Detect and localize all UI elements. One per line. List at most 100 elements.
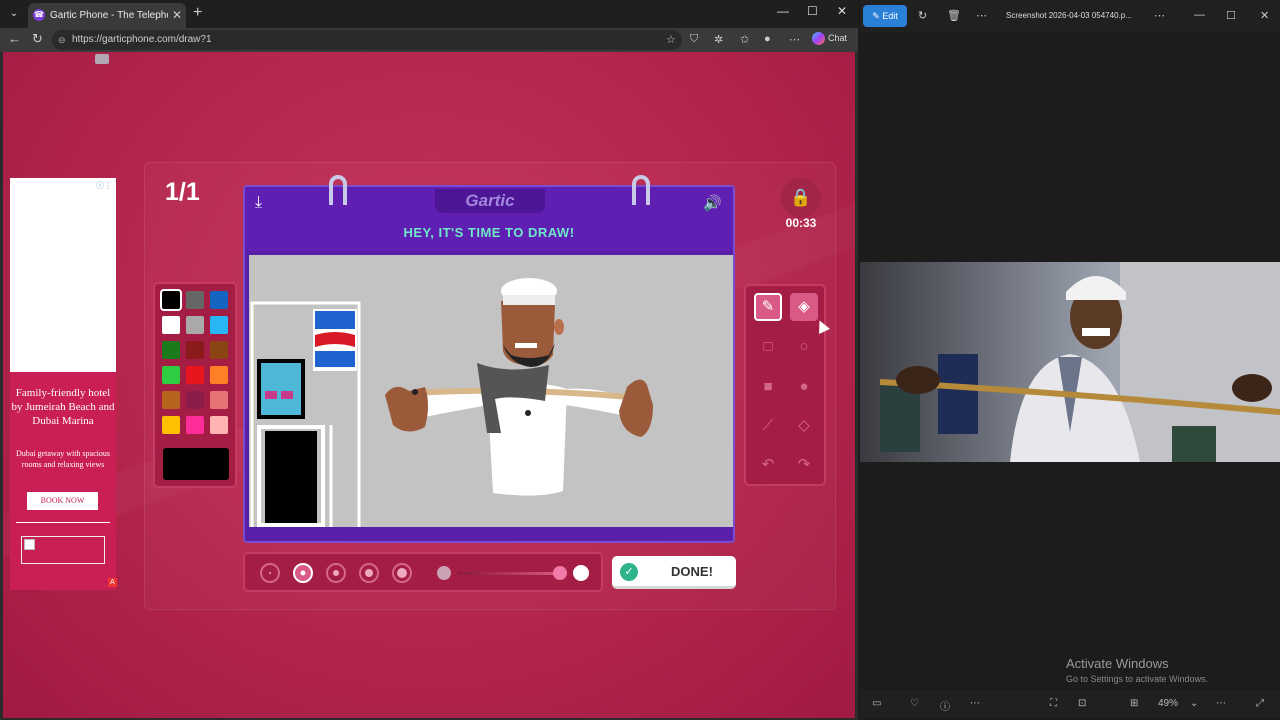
browser-window: ⌄ ☎ Gartic Phone - The Telephone Gar ✕ +… (0, 0, 858, 720)
color-swatch[interactable] (210, 341, 228, 359)
extensions-icon[interactable]: ✲ (714, 33, 723, 46)
site-info-icon[interactable]: ⊖ (58, 30, 66, 50)
sound-icon[interactable]: 🔊 (703, 194, 722, 212)
crop-icon[interactable]: ⛶ (1050, 698, 1057, 709)
tiny-icon (95, 54, 109, 64)
opacity-min-icon (437, 566, 451, 580)
brush-size-4[interactable] (359, 563, 379, 583)
bottom-more-icon[interactable]: ⋯ (970, 698, 980, 709)
board-title: HEY, IT'S TIME TO DRAW! (403, 225, 575, 240)
color-swatch[interactable] (186, 416, 204, 434)
viewer-minimize-icon[interactable]: — (1194, 9, 1205, 21)
download-icon[interactable]: ⤓ (255, 194, 262, 212)
tab-title: Gartic Phone - The Telephone Gar (50, 10, 168, 21)
brush-size-5[interactable] (392, 563, 412, 583)
color-swatch[interactable] (186, 341, 204, 359)
circle-outline-tool-icon[interactable]: ○ (790, 333, 818, 361)
color-swatch[interactable] (186, 291, 204, 309)
rotate-icon[interactable]: ↻ (918, 9, 927, 22)
actual-size-icon[interactable]: ⊞ (1130, 698, 1138, 709)
more-options-icon[interactable]: ⋯ (976, 9, 987, 22)
board-ring (329, 175, 347, 205)
adchoices-icon[interactable]: A (108, 578, 117, 587)
color-swatch[interactable] (162, 366, 180, 384)
timer: 00:33 (785, 216, 817, 230)
filmstrip-icon[interactable]: ▭ (872, 698, 881, 709)
shield-icon[interactable]: ⛉ (690, 33, 698, 46)
redo-icon[interactable]: ↷ (790, 451, 818, 479)
fill-bucket-tool-icon[interactable]: ◇ (790, 412, 818, 440)
edit-label: Edit (882, 11, 898, 21)
opacity-slider[interactable] (457, 572, 561, 575)
viewer-close-icon[interactable]: ✕ (1260, 9, 1269, 22)
viewer-toolbar: ✎ Edit ↻ 🗑 ⋯ Screenshot 2026-04-03 05474… (860, 0, 1280, 32)
rectangle-outline-tool-icon[interactable]: □ (754, 333, 782, 361)
brush-size-2[interactable] (293, 563, 313, 583)
drawing-canvas[interactable] (249, 255, 733, 527)
ad-info-icon[interactable]: ⓘ⋮ (96, 180, 112, 191)
edit-button[interactable]: ✎ Edit (863, 5, 907, 27)
favorites-icon[interactable]: ✩ (740, 33, 749, 46)
visual-search-icon[interactable]: ⊡ (1078, 698, 1086, 709)
brush-size-1[interactable] (260, 563, 280, 583)
viewer-maximize-icon[interactable]: ☐ (1226, 9, 1236, 22)
line-tool-icon[interactable]: ⟋ (754, 412, 782, 440)
person-figure (879, 276, 1280, 462)
color-swatch[interactable] (210, 366, 228, 384)
brush-size-3[interactable] (326, 563, 346, 583)
color-swatch[interactable] (186, 366, 204, 384)
color-swatch[interactable] (186, 316, 204, 334)
circle-fill-tool-icon[interactable]: ● (790, 373, 818, 401)
book-now-button[interactable]: BOOK NOW (27, 492, 98, 510)
opacity-slider-handle[interactable] (553, 566, 567, 580)
refresh-icon[interactable]: ↻ (32, 31, 43, 47)
color-swatch[interactable] (162, 316, 180, 334)
delete-icon[interactable]: 🗑 (947, 9, 961, 22)
color-palette (153, 282, 237, 488)
back-icon[interactable]: ← (8, 31, 21, 46)
address-bar[interactable]: ⊖ https://garticphone.com/draw?1 (52, 30, 682, 50)
activate-windows-subtitle: Go to Settings to activate Windows. (1066, 674, 1209, 684)
fullscreen-icon[interactable]: ⤢ (1256, 698, 1264, 709)
new-tab-icon[interactable]: + (193, 4, 202, 22)
ad-broken-image (21, 536, 105, 564)
color-swatch[interactable] (210, 316, 228, 334)
undo-icon[interactable]: ↶ (754, 451, 782, 479)
zoom-more-icon[interactable]: ⋯ (1216, 698, 1226, 709)
done-label: DONE! (671, 564, 713, 579)
favorite-heart-icon[interactable]: ♡ (910, 698, 919, 709)
ad-headline: Family-friendly hotel by Jumeirah Beach … (11, 387, 115, 427)
zoom-dropdown-icon[interactable]: ⌄ (1190, 698, 1198, 709)
color-swatch[interactable] (210, 291, 228, 309)
more-menu-icon[interactable]: ⋯ (789, 33, 800, 46)
color-swatch[interactable] (162, 416, 180, 434)
copilot-chat-button[interactable]: Chat (812, 32, 847, 45)
pencil-tool-icon[interactable]: ✎ (754, 293, 782, 321)
rectangle-fill-tool-icon[interactable]: ■ (754, 373, 782, 401)
eraser-tool-icon[interactable]: ◈ (790, 293, 818, 321)
title-more-icon[interactable]: ⋯ (1154, 9, 1165, 22)
color-swatch[interactable] (210, 416, 228, 434)
color-swatch[interactable] (162, 341, 180, 359)
minimize-icon[interactable]: — (777, 4, 789, 18)
color-swatch[interactable] (162, 391, 180, 409)
profile-icon[interactable]: ● (764, 33, 771, 45)
zoom-level[interactable]: 49% (1158, 698, 1178, 709)
drawing-board: Gartic ⤓ 🔊 HEY, IT'S TIME TO DRAW! (243, 175, 735, 543)
close-window-icon[interactable]: ✕ (837, 4, 847, 18)
color-swatch[interactable] (210, 391, 228, 409)
tab-list-chevron-icon[interactable]: ⌄ (4, 4, 24, 24)
close-tab-icon[interactable]: ✕ (172, 3, 182, 28)
viewer-bottom-bar: ▭ ♡ ⓘ ⋯ ⛶ ⊡ ⊞ 49% ⌄ ⋯ ⤢ (860, 690, 1280, 718)
done-button[interactable]: ✓ DONE! (612, 556, 736, 589)
favorite-star-icon[interactable]: ☆ (666, 33, 676, 46)
color-swatch[interactable] (160, 289, 182, 311)
color-swatch[interactable] (186, 391, 204, 409)
maximize-icon[interactable]: ☐ (807, 4, 818, 18)
lock-icon: 🔒 (781, 178, 821, 218)
url-text: https://garticphone.com/draw?1 (72, 34, 212, 45)
browser-tab[interactable]: ☎ Gartic Phone - The Telephone Gar ✕ (28, 3, 186, 28)
ad-banner[interactable]: ⓘ⋮ Family-friendly hotel by Jumeirah Bea… (10, 178, 117, 590)
webcam-photo (860, 262, 1280, 462)
info-icon[interactable]: ⓘ (940, 698, 950, 713)
